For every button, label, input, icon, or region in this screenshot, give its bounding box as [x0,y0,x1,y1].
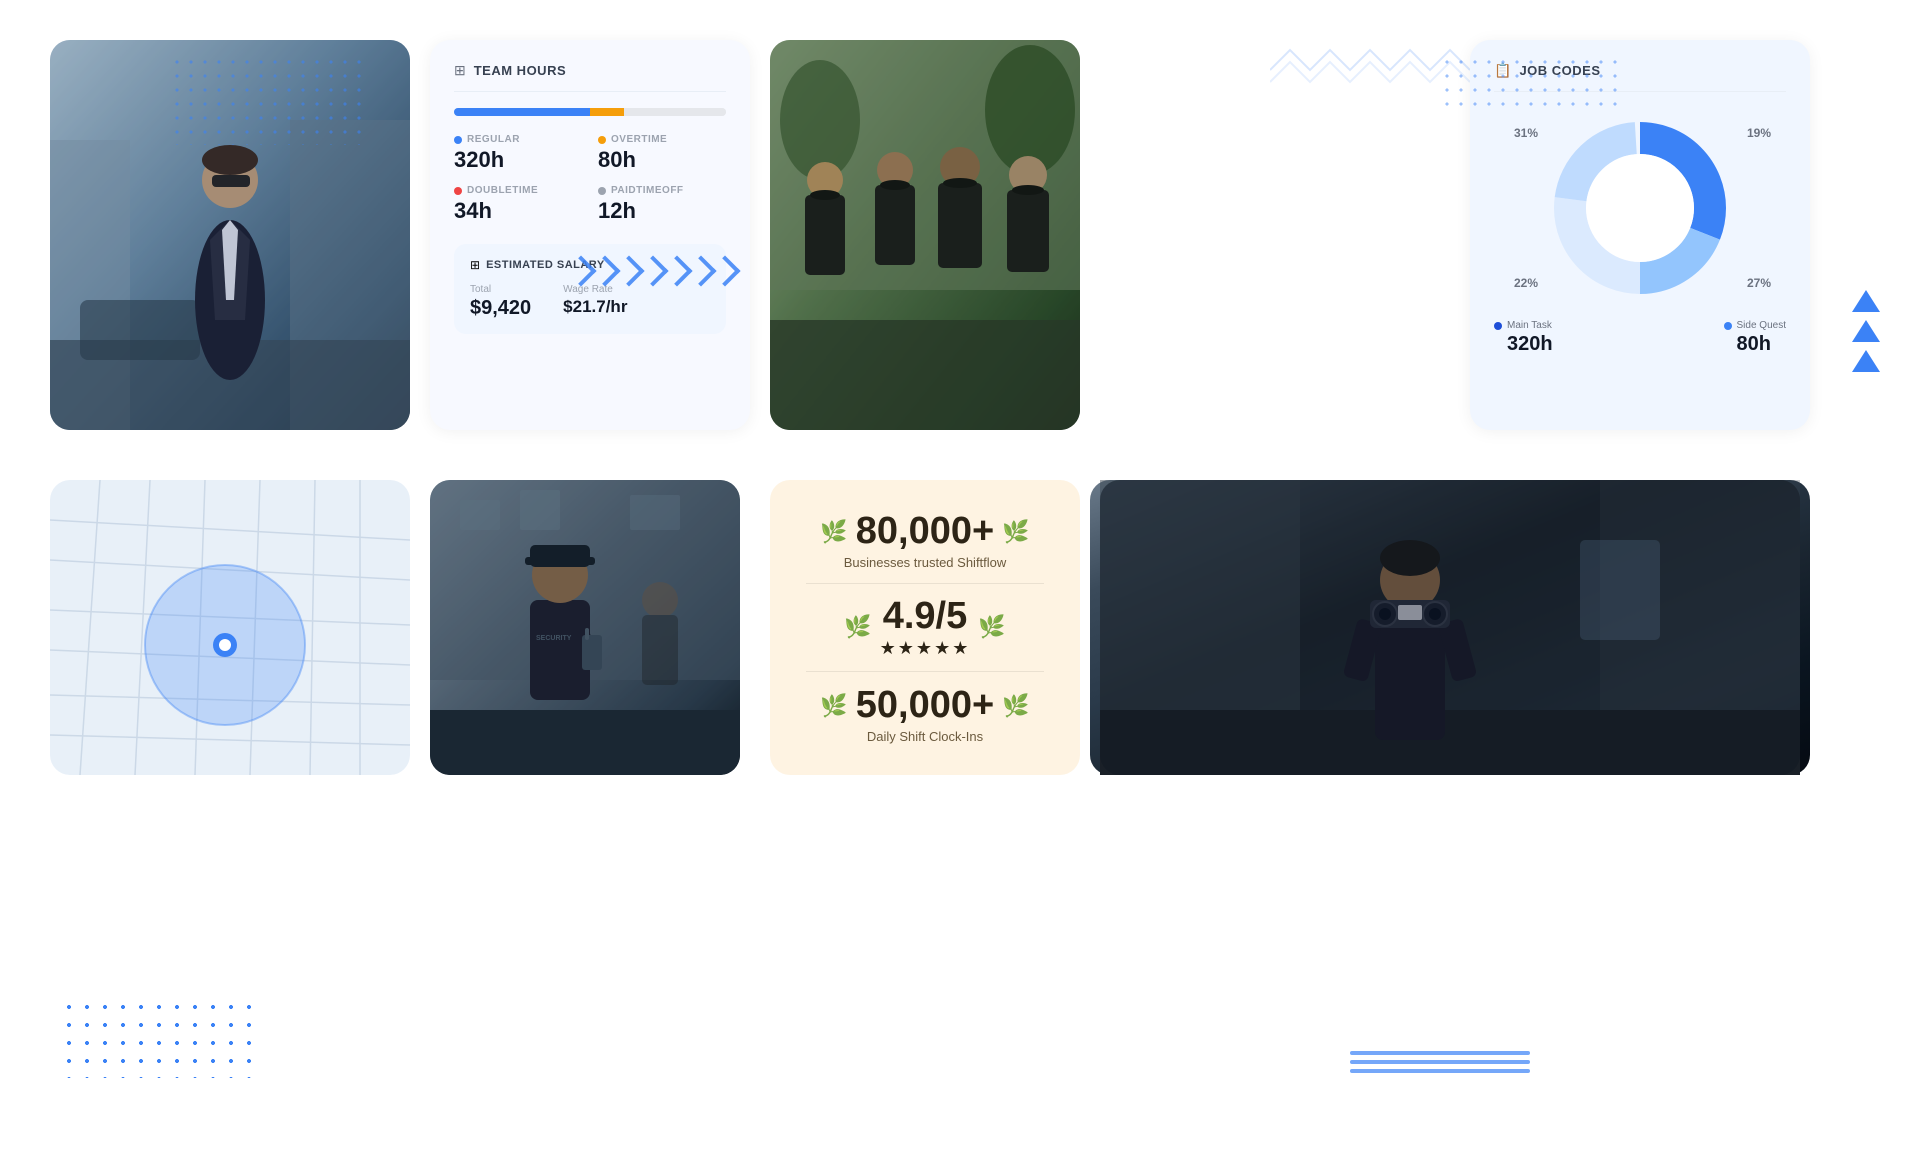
dots-decoration-tl [170,55,370,145]
overtime-hours-item: OVERTIME 80h [598,134,726,173]
map-card [50,480,410,775]
team-hours-header: ⊞ TEAM HOURS [454,62,726,92]
team-hours-card: ⊞ TEAM HOURS REGULAR 320h OVERTIM [430,40,750,430]
wage-rate-item: Wage Rate $21.7/hr [563,284,627,320]
guard-radio-photo: SECURITY [430,480,740,775]
regular-label: REGULAR [454,134,582,145]
total-value: $9,420 [470,297,531,320]
donut-label-22-pct: 22% [1514,276,1538,290]
rating-stat: 🌿 4.9/5 ★★★★★ 🌿 [806,596,1044,659]
team-hours-icon: ⊞ [454,62,466,79]
progress-overtime-fill [590,108,624,116]
laurel-right-2: 🌿 [978,614,1005,640]
triangle-1 [1852,290,1880,312]
salary-data-row: Total $9,420 Wage Rate $21.7/hr [470,284,710,320]
progress-regular-fill [454,108,590,116]
doubletime-label: DOUBLETIME [454,185,582,196]
dash-line-3 [1350,1069,1530,1073]
businesses-desc: Businesses trusted Shiftflow [806,555,1044,570]
rating-number: 4.9/5 [880,596,971,638]
donut-chart-svg [1540,108,1740,308]
donut-label-27-pct: 27% [1747,276,1771,290]
businesses-laurel: 🌿 80,000+ 🌿 [806,511,1044,553]
laurel-left-3: 🌿 [820,693,847,719]
rating-stars: ★★★★★ [880,638,971,659]
total-label: Total [470,284,531,295]
estimated-salary-section: ⊞ ESTIMATED SALARY Total $9,420 Wage Rat… [454,244,726,334]
overtime-label: OVERTIME [598,134,726,145]
donut-chart-container: 31% 19% 22% 27% [1494,108,1786,308]
dots-decoration-bl [60,998,260,1078]
triangle-2 [1852,320,1880,342]
spacer-col4 [1090,40,1450,460]
legend-main-task: Main Task 320h [1494,320,1553,356]
side-quest-value: 80h [1724,333,1786,356]
zigzag-decoration [1270,40,1470,95]
doubletime-hours-item: DOUBLETIME 34h [454,185,582,224]
side-quest-label: Side Quest [1724,320,1786,331]
main-task-dot [1494,322,1502,330]
businesses-stat: 🌿 80,000+ 🌿 Businesses trusted Shiftflow [806,511,1044,570]
doubletime-dot [454,187,462,195]
main-task-value: 320h [1494,333,1553,356]
paidtimeoff-label: PAIDTIMEOFF [598,185,726,196]
clockins-desc: Daily Shift Clock-Ins [806,729,1044,744]
laurel-right-1: 🌿 [1002,519,1029,545]
side-quest-dot [1724,322,1732,330]
donut-label-31-pct: 31% [1514,126,1538,140]
total-salary-item: Total $9,420 [470,284,531,320]
legend-side-quest: Side Quest 80h [1724,320,1786,356]
stats-card: 🌿 80,000+ 🌿 Businesses trusted Shiftflow… [770,480,1080,775]
job-codes-legend: Main Task 320h Side Quest 80h [1494,320,1786,356]
main-task-label: Main Task [1494,320,1553,331]
overtime-value: 80h [598,147,726,173]
rating-laurel: 🌿 4.9/5 ★★★★★ 🌿 [806,596,1044,659]
paidtimeoff-value: 12h [598,198,726,224]
regular-value: 320h [454,147,582,173]
dash-line-2 [1350,1060,1530,1064]
paidtimeoff-hours-item: PAIDTIMEOFF 12h [598,185,726,224]
paidtimeoff-dot [598,187,606,195]
chevron-arrows [570,260,736,282]
triangle-3 [1852,350,1880,372]
doubletime-value: 34h [454,198,582,224]
clockins-stat: 🌿 50,000+ 🌿 Daily Shift Clock-Ins [806,685,1044,744]
clockins-laurel: 🌿 50,000+ 🌿 [806,685,1044,727]
clockins-number: 50,000+ [856,685,994,727]
chevron-7 [709,255,740,286]
hours-progress-bar [454,108,726,116]
laurel-right-3: 🌿 [1002,693,1029,719]
overtime-dot [598,136,606,144]
stat-divider-1 [806,583,1044,584]
businesses-number: 80,000+ [856,511,994,553]
laurel-left-2: 🌿 [844,614,871,640]
guard-group-photo [770,40,1080,430]
dash-line-1 [1350,1051,1530,1055]
donut-label-19-pct: 19% [1747,126,1771,140]
hours-grid: REGULAR 320h OVERTIME 80h DOUBLETIME 34h [454,134,726,224]
laurel-left-1: 🌿 [820,519,847,545]
triangle-decorations [1852,290,1880,372]
team-hours-title: TEAM HOURS [474,63,566,78]
guard-binos-photo [1090,480,1810,775]
progress-rest-fill [624,108,726,116]
regular-dot [454,136,462,144]
dash-lines-decoration [1350,1051,1530,1073]
regular-hours-item: REGULAR 320h [454,134,582,173]
wage-rate-label: Wage Rate [563,284,627,295]
stat-divider-2 [806,671,1044,672]
wage-rate-value: $21.7/hr [563,297,627,317]
salary-icon: ⊞ [470,258,480,272]
